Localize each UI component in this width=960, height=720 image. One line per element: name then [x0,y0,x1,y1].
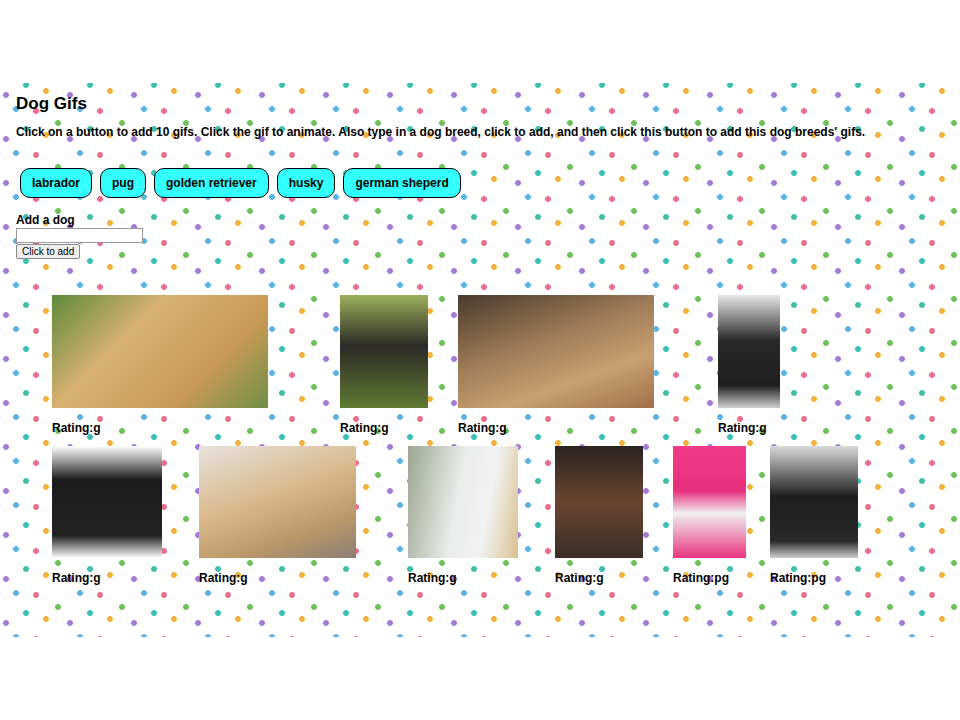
gif-card: Rating:pg [673,446,746,586]
dog-gif[interactable] [408,446,518,558]
breed-button[interactable]: labrador [20,168,92,198]
add-button[interactable]: Click to add [16,244,80,259]
gif-rating: Rating:g [199,571,248,586]
gif-card: Rating:g [340,295,428,436]
gif-row: Rating:g Rating:g Rating:g Rating:g [0,295,944,436]
breed-button[interactable]: german sheperd [343,168,460,198]
gif-card: Rating:pg [770,446,858,586]
breed-button[interactable]: pug [100,168,146,198]
dog-gif[interactable] [340,295,428,408]
gif-rating: Rating:g [458,421,507,436]
gif-gallery: Rating:gRating:gRating:gRating:gRating:g… [0,295,944,586]
page: Dog Gifs Click on a button to add 10 gifs… [0,83,960,637]
breed-button[interactable]: golden retriever [154,168,269,198]
gif-card: Rating:g [199,446,356,586]
gif-rating: Rating:g [52,571,101,586]
instructions: Click on a button to add 10 gifs. Click … [16,124,944,140]
breed-buttons: labrador pug golden retriever huskygerman s… [20,168,944,198]
gif-rating: Rating:g [555,571,604,586]
dog-gif[interactable] [555,446,643,558]
page-title: Dog Gifs [16,94,944,114]
gif-rating: Rating:g [340,421,389,436]
dog-gif[interactable] [458,295,654,408]
breed-input[interactable] [16,228,143,243]
dog-gif[interactable] [199,446,356,558]
dog-gif[interactable] [718,295,780,408]
gif-rating: Rating:g [52,421,101,436]
gif-card: Rating:g [408,446,518,586]
gif-card: Rating:g [458,295,654,436]
gif-card: Rating:g [555,446,643,586]
breed-button[interactable]: husky [277,168,336,198]
dog-gif[interactable] [770,446,858,558]
gif-rating: Rating:pg [673,571,729,586]
gif-row: Rating:g Rating:g Rating:g Rating:g Rating:p… [0,446,944,586]
browser-frame: Dog Gifs Click on a button to add 10 gifs… [0,0,960,720]
dog-gif[interactable] [673,446,746,558]
gif-rating: Rating:pg [770,571,826,586]
gif-card: Rating:g [52,295,268,436]
dog-gif[interactable] [52,295,268,408]
dog-gif[interactable] [52,446,162,558]
add-dog-label: Add a dog [16,213,75,228]
gif-card: Rating:g [52,446,162,586]
gif-rating: Rating:g [408,571,457,586]
add-dog-form: Add a dog Click to add [16,213,944,259]
gif-card: Rating:g [718,295,780,436]
gif-rating: Rating:g [718,421,767,436]
